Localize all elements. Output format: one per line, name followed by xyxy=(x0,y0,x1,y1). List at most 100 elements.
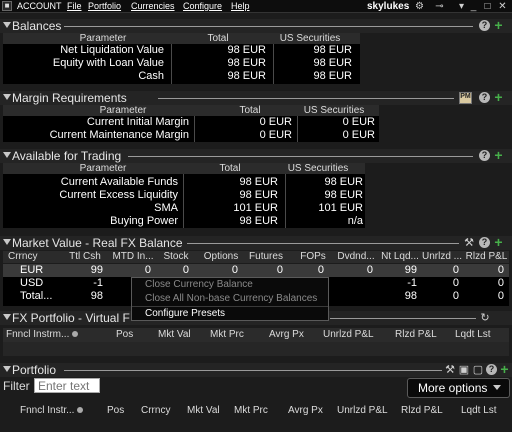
cell: 0 xyxy=(452,264,459,276)
trading-us: n/a xyxy=(347,215,363,227)
col-unrealized-pnl: Unrlzd P&L xyxy=(337,405,388,416)
portfolio-section-header[interactable]: Portfolio ⚒ ▣ ▢ ? + xyxy=(0,362,512,377)
divider xyxy=(297,116,298,142)
help-icon[interactable]: ? xyxy=(486,364,497,375)
help-icon[interactable]: ? xyxy=(479,150,490,161)
cell: 0 xyxy=(452,277,459,289)
collapse-icon[interactable] xyxy=(3,94,11,100)
cell: 98 xyxy=(90,290,103,302)
filter-input[interactable] xyxy=(34,378,100,393)
divider xyxy=(187,243,459,244)
col-net-liquidation: Nt Lqd... xyxy=(381,251,419,262)
balances-section-header[interactable]: Balances ? + xyxy=(0,18,512,33)
cell: 0 xyxy=(366,264,373,276)
add-icon[interactable]: + xyxy=(499,362,510,376)
help-icon[interactable]: ? xyxy=(479,237,490,248)
add-icon[interactable]: + xyxy=(493,90,504,104)
help-icon[interactable]: ? xyxy=(479,92,490,103)
section-title: FX Portfolio - Virtual F xyxy=(12,311,133,325)
cell: 0 xyxy=(497,277,504,289)
menu-file[interactable]: File xyxy=(67,0,82,13)
trading-total: 98 EUR xyxy=(239,189,278,201)
col-market-value: Mkt Val xyxy=(158,329,191,340)
col-unrealized-pnl: Unrlzd P&L xyxy=(323,329,374,340)
table-row[interactable]: EUR 99 0 0 0 0 0 0 99 0 0 xyxy=(3,264,509,277)
menu-configure[interactable]: Configure xyxy=(183,0,222,13)
divider xyxy=(171,44,172,84)
margin-label: Current Initial Margin xyxy=(86,116,189,128)
col-market-price: Mkt Prc xyxy=(210,329,244,340)
balance-us: 98 EUR xyxy=(313,44,352,56)
close-icon[interactable]: ✕ xyxy=(497,1,508,12)
margin-section-header[interactable]: Margin Requirements PM ? + xyxy=(0,90,512,105)
username: skylukes xyxy=(367,1,410,12)
collapse-icon[interactable] xyxy=(3,314,11,320)
menu-help[interactable]: Help xyxy=(231,0,250,13)
cell: 99 xyxy=(90,264,103,276)
chevron-down-icon xyxy=(493,385,501,390)
minimize-icon[interactable]: _ xyxy=(468,1,479,12)
divider xyxy=(60,26,473,27)
divider xyxy=(194,116,195,142)
margin-table: Current Initial Margin 0 EUR 0 EUR Curre… xyxy=(3,116,379,142)
balance-label: Cash xyxy=(138,70,164,82)
col-market-price: Mkt Prc xyxy=(234,405,268,416)
portfolio-icon[interactable]: ▣ xyxy=(458,364,470,376)
balance-us: 98 EUR xyxy=(313,57,352,69)
currency-cell: EUR xyxy=(20,264,44,276)
col-average-price: Avrg Px xyxy=(288,405,323,416)
window-icon[interactable]: ▢ xyxy=(472,364,484,376)
portfolio-margin-icon[interactable]: PM xyxy=(459,92,472,104)
sort-icon[interactable] xyxy=(77,407,84,414)
context-menu: Close Currency Balance Close All Non-bas… xyxy=(131,277,329,321)
configure-tool-icon[interactable]: ⚒ xyxy=(444,364,456,376)
add-icon[interactable]: + xyxy=(493,148,504,162)
account-window-icon[interactable]: ■ xyxy=(2,1,12,11)
add-icon[interactable]: + xyxy=(493,235,504,249)
collapse-icon[interactable] xyxy=(3,239,11,245)
col-liquidate-last: Lqdt Lst xyxy=(461,405,497,416)
refresh-icon[interactable]: ↻ xyxy=(479,312,491,324)
pin-icon[interactable]: ⊸ xyxy=(434,1,445,12)
collapse-icon[interactable] xyxy=(3,152,11,158)
divider xyxy=(273,44,274,84)
col-average-price: Avrg Px xyxy=(269,329,304,340)
col-unrealized: Unrlzd ... xyxy=(421,251,462,262)
margin-total: 0 EUR xyxy=(259,116,292,128)
col-position: Pos xyxy=(107,405,125,416)
trading-us: 98 EUR xyxy=(324,176,363,188)
menu-item-configure-presets[interactable]: Configure Presets xyxy=(145,307,225,321)
collapse-icon[interactable] xyxy=(3,366,11,372)
cell: 0 xyxy=(144,264,151,276)
section-title: Portfolio xyxy=(12,363,60,377)
balance-label: Net Liquidation Value xyxy=(60,44,164,56)
menu-currencies[interactable]: Currencies xyxy=(131,0,175,13)
menu-portfolio[interactable]: Portfolio xyxy=(88,0,121,13)
col-instrument: Fnncl Instrm... xyxy=(6,329,79,341)
collapse-icon[interactable] xyxy=(3,22,11,28)
col-label: Fnncl Instr... xyxy=(20,405,75,416)
gear-icon[interactable]: ⚙ xyxy=(414,1,425,12)
cell: 0 xyxy=(452,290,459,302)
cell: -1 xyxy=(407,277,417,289)
col-realized-pnl: Rlzd P&L xyxy=(465,251,508,262)
more-options-button[interactable]: More options xyxy=(407,378,510,398)
help-icon[interactable]: ? xyxy=(479,20,490,31)
trading-label: SMA xyxy=(154,202,178,214)
sort-icon[interactable] xyxy=(72,331,79,338)
cell: 98 xyxy=(404,290,417,302)
configure-tool-icon[interactable]: ⚒ xyxy=(463,237,475,249)
maximize-icon[interactable]: □ xyxy=(482,1,493,12)
col-realized-pnl: Rlzd P&L xyxy=(401,405,443,416)
chevron-down-icon[interactable]: ▾ xyxy=(456,1,467,12)
trading-section-header[interactable]: Available for Trading ? + xyxy=(0,148,512,163)
margin-label: Current Maintenance Margin xyxy=(49,129,189,141)
section-title: Market Value - Real FX Balance xyxy=(12,236,186,250)
col-stock: Stock xyxy=(163,251,189,262)
cell: 0 xyxy=(317,264,324,276)
menu-item-close-all-non-base: Close All Non-base Currency Balances xyxy=(145,293,318,304)
cell: 0 xyxy=(231,264,238,276)
add-icon[interactable]: + xyxy=(493,18,504,32)
col-options: Options xyxy=(203,251,239,262)
market-value-section-header[interactable]: Market Value - Real FX Balance ⚒ ? + xyxy=(0,235,512,250)
